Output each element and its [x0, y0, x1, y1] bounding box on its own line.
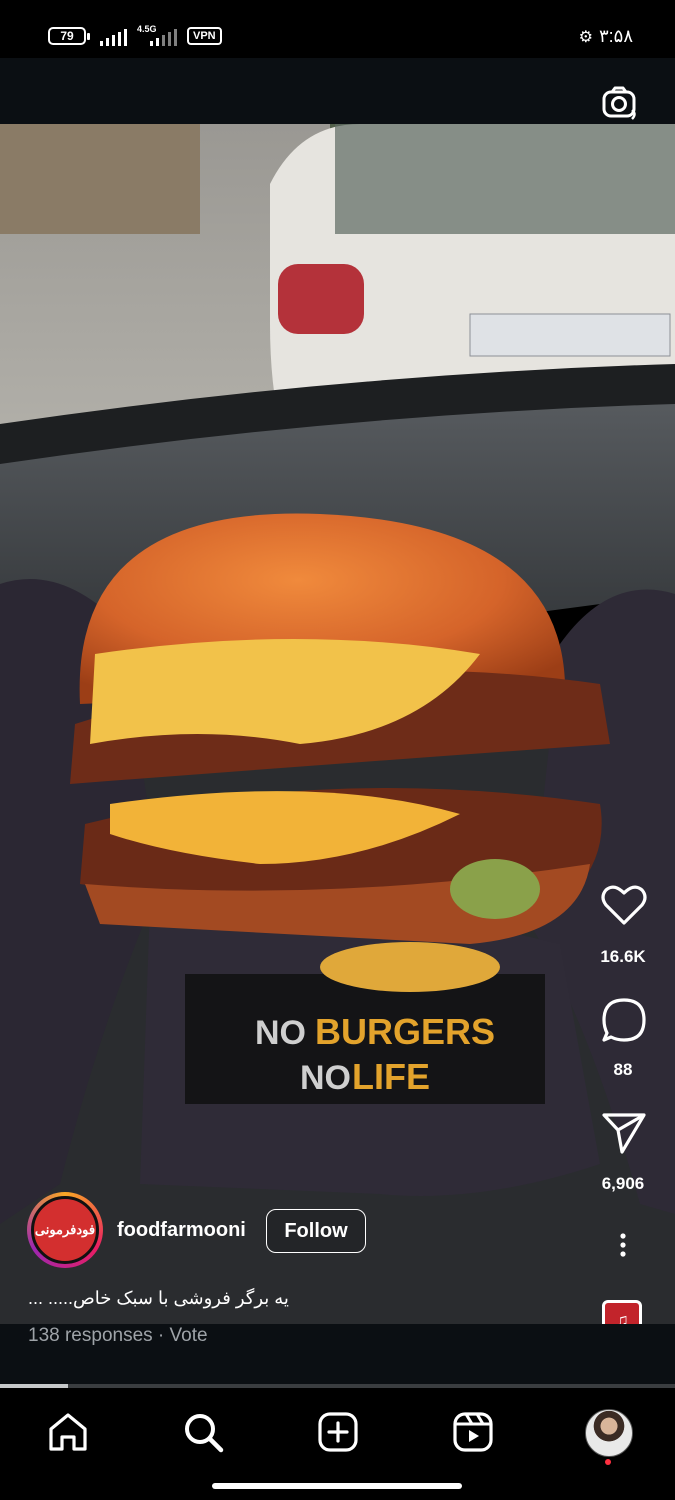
- nav-reels[interactable]: [451, 1410, 495, 1454]
- follow-button[interactable]: Follow: [266, 1209, 366, 1253]
- box-print-no: NO: [255, 1014, 306, 1052]
- like-button[interactable]: [599, 883, 649, 927]
- camera-icon[interactable]: [601, 84, 639, 122]
- nav-home[interactable]: [46, 1410, 90, 1454]
- comment-count: 88: [613, 1060, 633, 1079]
- signal-strength-icon: [100, 28, 127, 46]
- home-indicator[interactable]: [212, 1483, 462, 1489]
- share-count: 6,906: [601, 1174, 645, 1193]
- share-button[interactable]: [599, 1110, 649, 1156]
- heart-icon: [601, 885, 647, 925]
- post-caption[interactable]: ... .....یه برگر فروشی با سبک خاص: [28, 1288, 289, 1309]
- nav-profile-avatar[interactable]: [585, 1409, 633, 1457]
- like-count: 16.6K: [600, 947, 646, 966]
- send-icon: [602, 1113, 646, 1154]
- profile-notification-dot: [605, 1459, 611, 1465]
- signal-strength-2-icon: [150, 28, 177, 46]
- responses-vote-link[interactable]: 138 responses · Vote: [28, 1325, 208, 1347]
- comment-icon: [602, 998, 646, 1042]
- box-print-burgers: BURGERS: [315, 1011, 495, 1052]
- vpn-badge: VPN: [187, 27, 222, 45]
- status-bar: 79 4.5G VPN ⚙ ۳:۵۸: [0, 0, 675, 58]
- battery-indicator: 79: [48, 27, 90, 45]
- settings-status-icon: ⚙: [578, 29, 593, 46]
- author-avatar-logo: فودفرمونی: [31, 1196, 99, 1264]
- box-print-no-2: NO: [300, 1059, 351, 1097]
- author-username[interactable]: foodfarmooni: [117, 1219, 246, 1242]
- reels-header: [0, 58, 675, 124]
- reel-video[interactable]: NO BURGERS NO LIFE: [0, 124, 675, 1324]
- nav-search[interactable]: [181, 1410, 225, 1454]
- search-icon: [185, 1414, 224, 1453]
- status-clock: ۳:۵۸: [598, 26, 633, 46]
- more-options-icon[interactable]: [618, 1232, 628, 1258]
- comment-button[interactable]: [599, 996, 649, 1044]
- reels-icon: [453, 1412, 493, 1452]
- nav-create[interactable]: [316, 1410, 360, 1454]
- create-icon: [318, 1412, 358, 1452]
- box-print-life: LIFE: [352, 1056, 430, 1097]
- author-avatar[interactable]: فودفرمونی: [27, 1192, 103, 1268]
- home-icon: [49, 1413, 87, 1451]
